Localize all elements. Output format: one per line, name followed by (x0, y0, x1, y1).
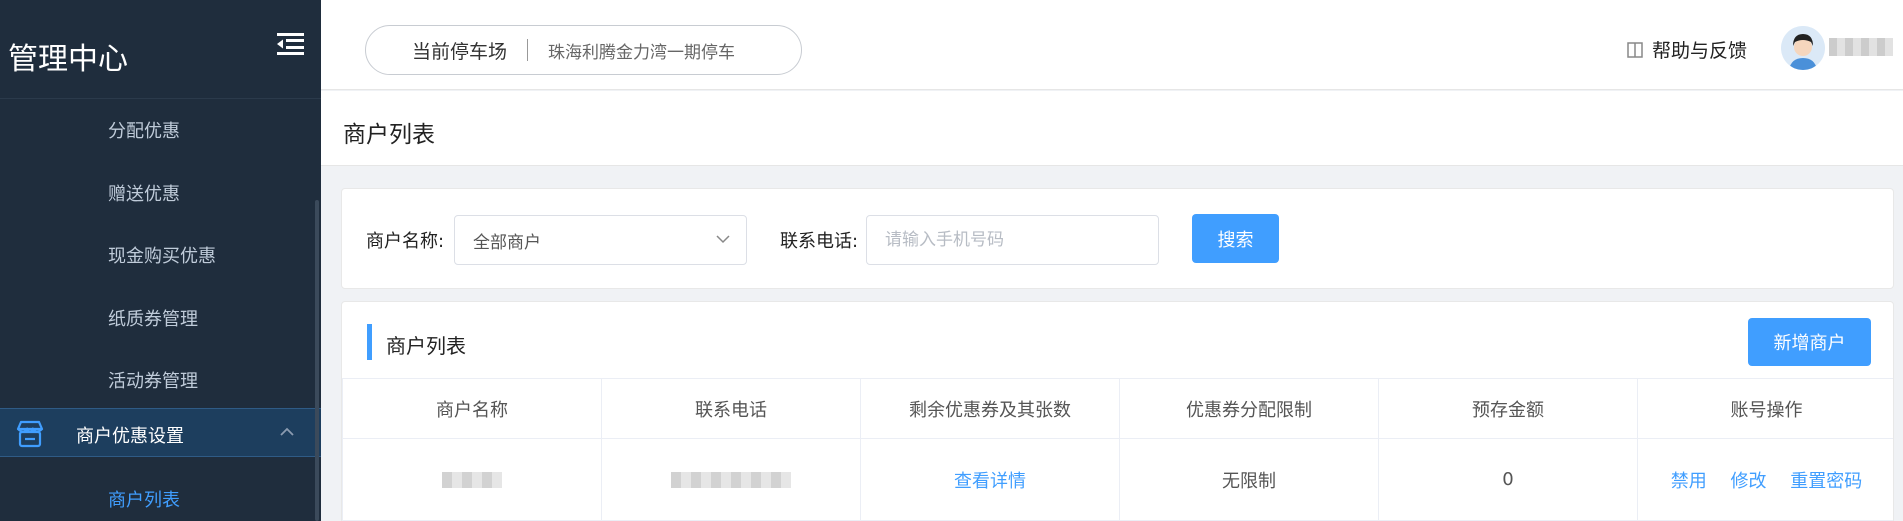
sidebar-group-merchant-discount[interactable]: 商户优惠设置 (0, 408, 321, 457)
redacted-text (671, 472, 791, 488)
top-bar: 当前停车场 珠海利腾金力湾一期停车 帮助与反馈 (321, 0, 1903, 90)
user-avatar-icon (1781, 26, 1825, 70)
merchant-name-label: 商户名称: (366, 231, 445, 252)
merchant-list-panel: 商户列表 新增商户 商户名称 联系电话 剩余优惠券及其张数 优惠券分配限制 预存… (341, 301, 1894, 521)
sidebar-scrollbar[interactable] (315, 200, 319, 521)
column-header: 剩余优惠券及其张数 (860, 378, 1120, 439)
redacted-text (442, 472, 502, 488)
sidebar-item-allocate-discount[interactable]: 分配优惠 (0, 99, 321, 162)
chevron-up-icon (280, 427, 294, 436)
reset-password-link[interactable]: 重置密码 (1790, 471, 1862, 492)
sidebar-item-event-coupon[interactable]: 活动券管理 (0, 349, 321, 412)
sidebar-item-gift-discount[interactable]: 赠送优惠 (0, 162, 321, 225)
page-header: 商户列表 (321, 91, 1903, 166)
sidebar-item-merchant-list[interactable]: 商户列表 (108, 486, 180, 512)
deposit-cell: 0 (1378, 438, 1638, 521)
column-header: 优惠券分配限制 (1119, 378, 1379, 439)
column-header: 预存金额 (1378, 378, 1638, 439)
sidebar-header: 管理中心 (0, 0, 321, 99)
search-button[interactable]: 搜索 (1192, 214, 1279, 263)
edit-link[interactable]: 修改 (1731, 471, 1767, 492)
column-header: 商户名称 (342, 378, 602, 439)
phone-label: 联系电话: (780, 231, 859, 252)
limit-cell: 无限制 (1119, 438, 1379, 521)
chevron-down-icon (716, 235, 730, 244)
parking-lot-selector[interactable]: 当前停车场 珠海利腾金力湾一期停车 (365, 25, 802, 75)
merchant-table: 商户名称 联系电话 剩余优惠券及其张数 优惠券分配限制 预存金额 账号操作 查看… (342, 378, 1893, 521)
section-accent-bar (367, 324, 372, 360)
section-title: 商户列表 (386, 334, 466, 358)
merchant-name-cell (342, 438, 602, 521)
help-feedback-label: 帮助与反馈 (1652, 40, 1748, 62)
table-row: 查看详情 无限制 0 禁用 修改 重置密码 (342, 438, 1893, 521)
view-details-link[interactable]: 查看详情 (954, 471, 1026, 492)
app-title: 管理中心 (8, 42, 128, 77)
phone-cell (601, 438, 861, 521)
account-actions-cell: 禁用 修改 重置密码 (1637, 438, 1893, 521)
search-panel: 商户名称: 全部商户 联系电话: 搜索 (341, 188, 1894, 289)
table-header-row: 商户名称 联系电话 剩余优惠券及其张数 优惠券分配限制 预存金额 账号操作 (342, 378, 1893, 439)
username (1829, 38, 1893, 56)
sidebar-item-paper-coupon[interactable]: 纸质券管理 (0, 287, 321, 350)
merchant-select-value: 全部商户 (473, 232, 541, 253)
parking-lot-label: 当前停车场 (412, 40, 508, 63)
store-icon (16, 420, 44, 448)
coupons-cell: 查看详情 (860, 438, 1120, 521)
column-header: 联系电话 (601, 378, 861, 439)
disable-link[interactable]: 禁用 (1671, 471, 1707, 492)
menu-collapse-icon[interactable] (277, 33, 304, 55)
phone-input[interactable] (866, 215, 1159, 265)
book-icon (1627, 41, 1643, 58)
parking-lot-value: 珠海利腾金力湾一期停车 (548, 42, 736, 63)
column-header: 账号操作 (1637, 378, 1893, 439)
help-feedback-link[interactable]: 帮助与反馈 (1626, 36, 1747, 63)
sidebar-item-cash-purchase-discount[interactable]: 现金购买优惠 (0, 224, 321, 287)
merchant-select[interactable]: 全部商户 (454, 215, 747, 265)
divider (527, 39, 529, 61)
add-merchant-button[interactable]: 新增商户 (1748, 318, 1871, 366)
avatar[interactable] (1781, 26, 1825, 70)
sidebar: 管理中心 分配优惠 赠送优惠 现金购买优惠 纸质券管理 活动券管理 商户优惠设置… (0, 0, 321, 521)
page-title: 商户列表 (343, 122, 435, 148)
